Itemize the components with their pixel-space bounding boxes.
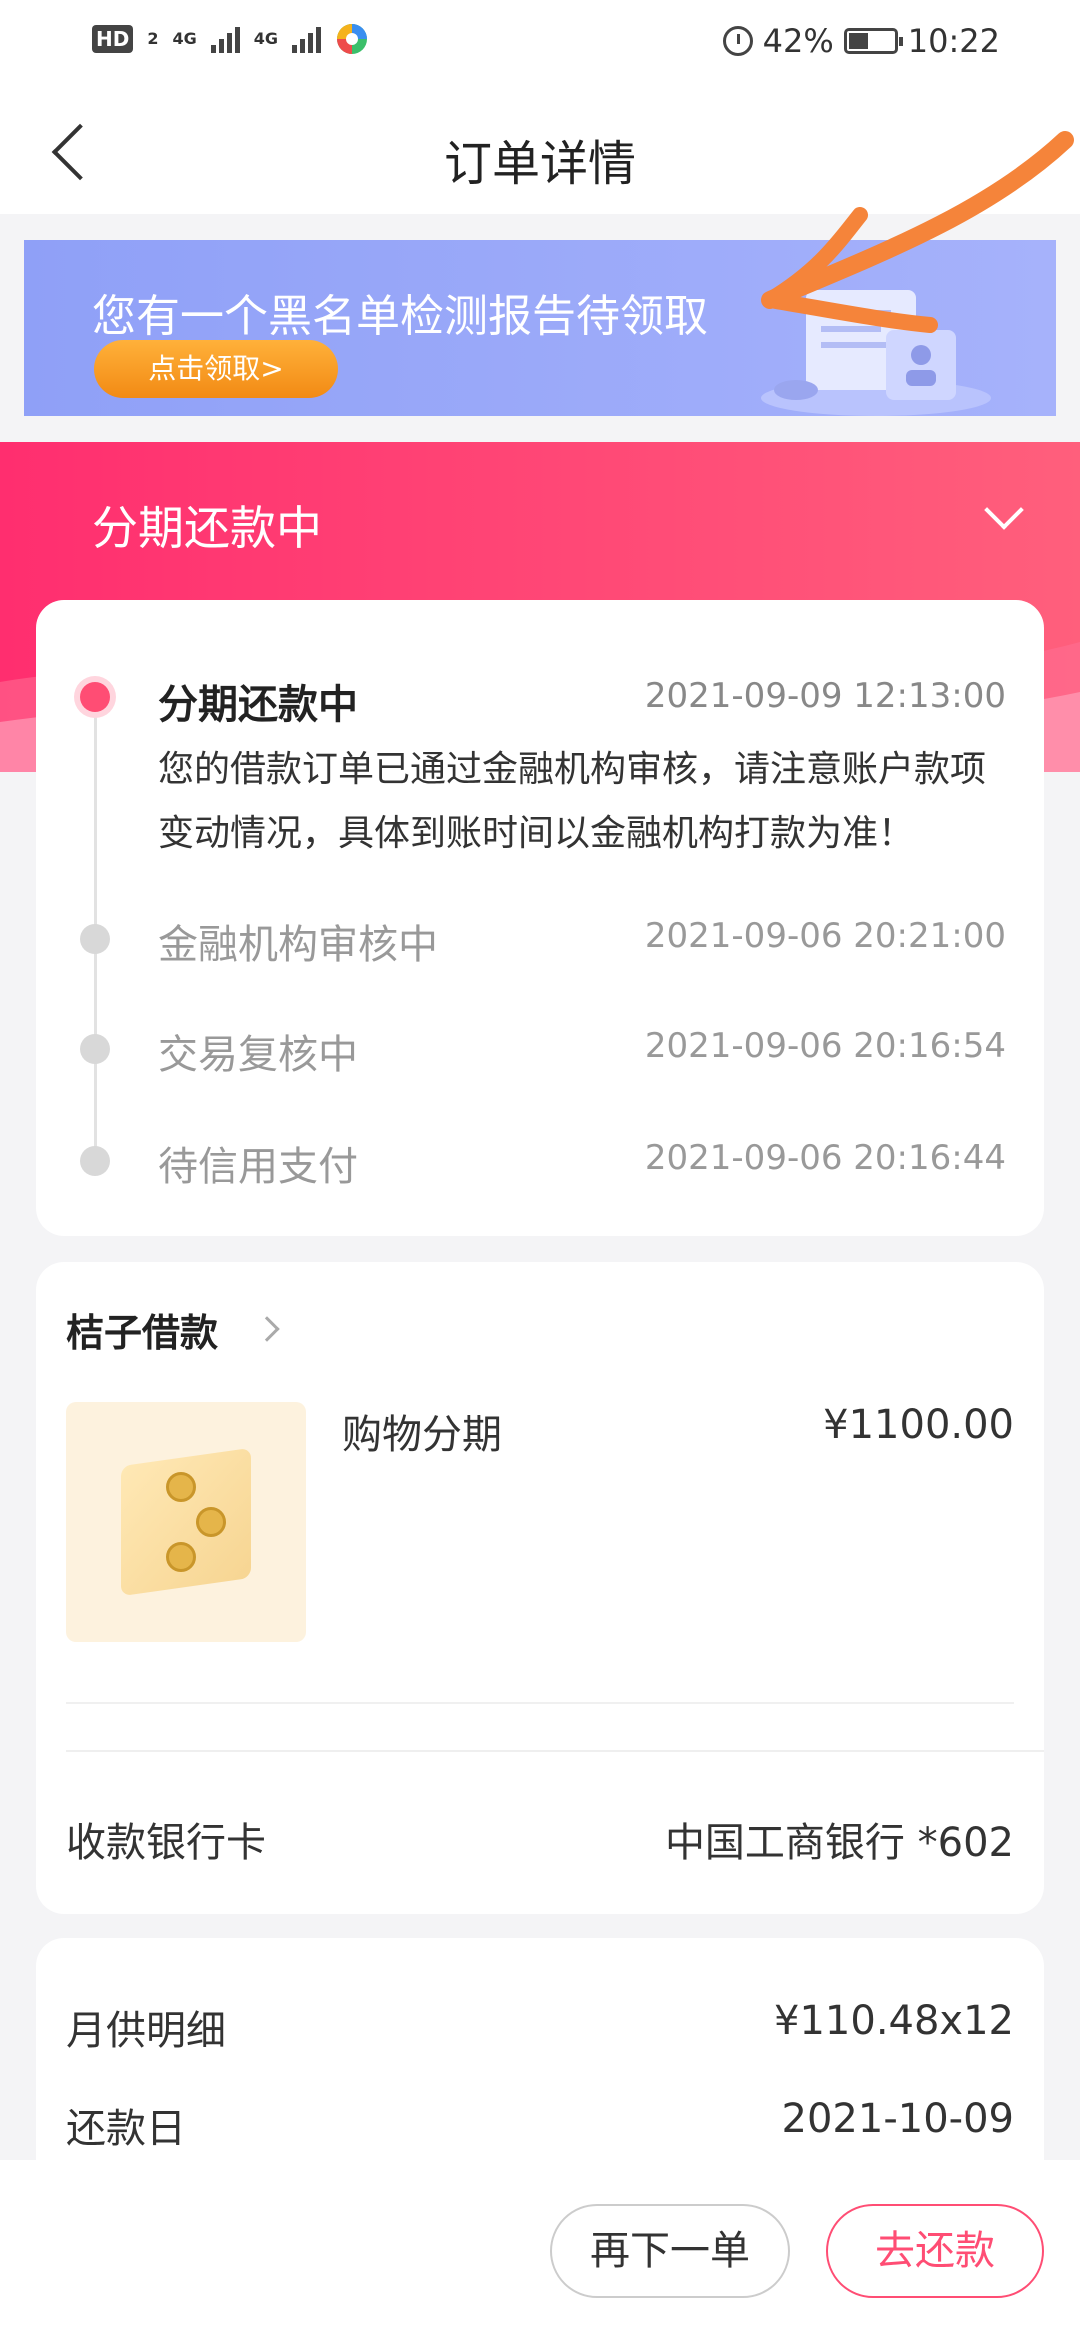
timeline-dot-active: [80, 682, 110, 712]
network-type-1: 4G: [172, 29, 197, 48]
repay-button[interactable]: 去还款: [826, 2204, 1044, 2298]
status-left: HD 2 4G 4G: [92, 22, 369, 56]
reorder-button[interactable]: 再下一单: [550, 2204, 790, 2298]
timeline-step-time: 2021-09-06 20:16:44: [644, 1138, 1006, 1178]
timeline-step-time: 2021-09-06 20:21:00: [644, 916, 1006, 956]
banner-claim-button[interactable]: 点击领取>: [94, 340, 338, 398]
chevron-down-icon[interactable]: [984, 490, 1024, 530]
clock: 10:22: [907, 22, 1000, 60]
timeline-current-time: 2021-09-09 12:13:00: [644, 676, 1006, 716]
divider: [66, 1702, 1014, 1704]
lender-name[interactable]: 桔子借款: [66, 1302, 218, 1357]
chevron-right-icon[interactable]: [254, 1316, 280, 1342]
report-illustration-icon: [761, 290, 991, 416]
bank-card-value: 中国工商银行 *602: [664, 1820, 1014, 1866]
coin-box-icon: [121, 1447, 251, 1597]
timeline-step-time: 2021-09-06 20:16:54: [644, 1026, 1006, 1066]
status-right: 42% 10:22: [722, 22, 1000, 60]
hero-status-title: 分期还款中: [92, 501, 322, 555]
battery-percent: 42%: [762, 22, 834, 60]
timeline-current-name: 分期还款中: [158, 682, 358, 728]
status-bar: HD 2 4G 4G 42% 10:22: [0, 0, 1080, 84]
timeline-step-name: 待信用支付: [158, 1144, 358, 1190]
timeline-step-name: 金融机构审核中: [158, 922, 438, 968]
alarm-icon: [722, 26, 753, 56]
sim-slot-label: 2: [147, 29, 159, 48]
coin-icon: [196, 1507, 226, 1537]
monthly-payment-value: ¥110.48x12: [774, 1998, 1014, 2044]
app-notification-icon: [337, 24, 368, 54]
timeline-dot: [80, 1146, 110, 1176]
battery-icon: [843, 28, 903, 54]
timeline-dot: [80, 924, 110, 954]
banner-text: 您有一个黑名单检测报告待领取: [92, 291, 708, 342]
hd-badge: HD: [92, 25, 134, 53]
bank-card-label: 收款银行卡: [66, 1820, 266, 1866]
product-card: 桔子借款 购物分期 ¥1100.00 收款银行卡 中国工商银行 *602: [36, 1262, 1044, 1914]
nav-header: 订单详情: [0, 84, 1080, 214]
order-timeline-card: 分期还款中 2021-09-09 12:13:00 您的借款订单已通过金融机构审…: [36, 600, 1044, 1236]
signal-bars-icon-2: [292, 25, 322, 53]
promo-banner[interactable]: 您有一个黑名单检测报告待领取 点击领取>: [24, 240, 1056, 416]
product-name: 购物分期: [342, 1412, 502, 1458]
divider: [66, 1750, 1044, 1752]
bottom-action-bar: 再下一单 去还款: [0, 2160, 1080, 2340]
product-price: ¥1100.00: [823, 1402, 1014, 1448]
due-date-label: 还款日: [66, 2106, 186, 2152]
coin-icon: [166, 1542, 196, 1572]
coin-icon: [166, 1472, 196, 1502]
network-type-2: 4G: [253, 29, 279, 48]
page-title: 订单详情: [443, 136, 636, 192]
timeline-current-desc: 您的借款订单已通过金融机构审核，请注意账户款项变动情况，具体到账时间以金融机构打…: [158, 749, 987, 854]
timeline-step-name: 交易复核中: [158, 1032, 358, 1078]
product-thumbnail: [66, 1402, 306, 1642]
due-date-value: 2021-10-09: [781, 2096, 1014, 2142]
signal-bars-icon: [210, 25, 240, 53]
timeline-dot: [80, 1034, 110, 1064]
monthly-payment-label: 月供明细: [66, 2008, 226, 2054]
